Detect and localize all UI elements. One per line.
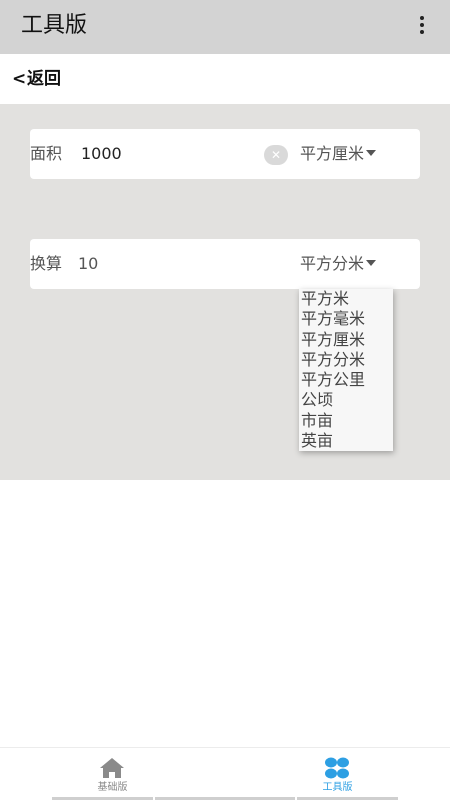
home-icon xyxy=(100,758,124,778)
unit-dropdown-menu: 平方米 平方毫米 平方厘米 平方分米 平方公里 公顷 市亩 英亩 xyxy=(299,289,393,451)
area-input-row: 面积 1000 ✕ 平方厘米 xyxy=(30,129,420,179)
dropdown-option[interactable]: 市亩 xyxy=(299,411,393,431)
tab-tool[interactable]: 工具版 xyxy=(225,748,450,801)
bottom-navigation: 基础版 工具版 xyxy=(0,747,450,801)
tab-tool-label: 工具版 xyxy=(322,782,353,793)
convert-result-row: 换算 10 平方分米 xyxy=(30,239,420,289)
back-chevron-icon[interactable]: < xyxy=(12,69,26,89)
dropdown-option[interactable]: 平方毫米 xyxy=(299,309,393,329)
dropdown-option[interactable]: 公顷 xyxy=(299,390,393,410)
back-bar: < 返回 xyxy=(0,54,450,104)
dropdown-option[interactable]: 英亩 xyxy=(299,431,393,451)
dropdown-option[interactable]: 平方米 xyxy=(299,289,393,309)
convert-result: 10 xyxy=(78,254,99,273)
tab-basic-label: 基础版 xyxy=(97,782,128,793)
caret-down-icon xyxy=(366,149,377,156)
convert-unit-select[interactable]: 平方分米 xyxy=(300,252,400,276)
area-input[interactable]: 1000 xyxy=(81,143,251,165)
area-unit-value: 平方厘米 xyxy=(300,144,365,163)
back-button[interactable]: 返回 xyxy=(27,69,61,89)
app-title: 工具版 xyxy=(21,13,88,38)
tab-basic[interactable]: 基础版 xyxy=(0,748,225,801)
dropdown-option[interactable]: 平方分米 xyxy=(299,350,393,370)
caret-down-icon xyxy=(366,259,377,266)
clear-icon[interactable]: ✕ xyxy=(264,145,288,165)
dropdown-option[interactable]: 平方厘米 xyxy=(299,330,393,350)
area-label: 面积 xyxy=(30,144,63,163)
area-unit-select[interactable]: 平方厘米 xyxy=(300,142,400,166)
dropdown-option[interactable]: 平方公里 xyxy=(299,370,393,390)
convert-unit-value: 平方分米 xyxy=(300,254,365,273)
grid-icon xyxy=(325,757,349,779)
convert-label: 换算 xyxy=(30,254,63,273)
app-bar: 工具版 xyxy=(0,0,450,54)
more-vertical-icon[interactable] xyxy=(418,16,426,36)
